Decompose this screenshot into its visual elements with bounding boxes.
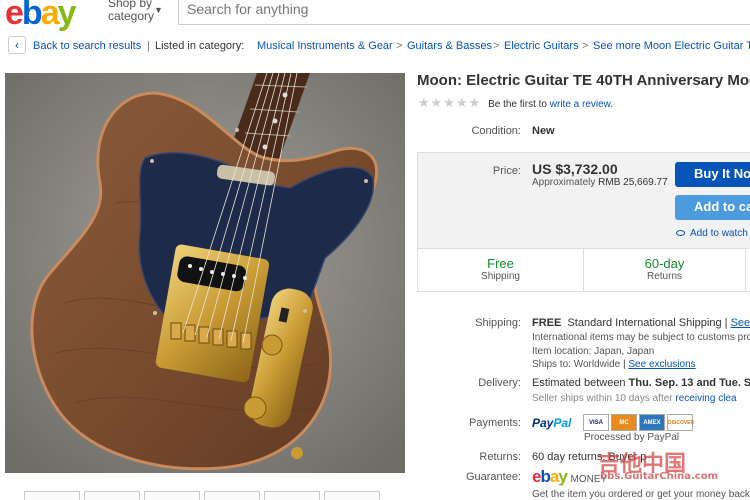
watch-label: Add to watch list bbox=[690, 228, 750, 239]
category-label: category bbox=[108, 9, 155, 23]
watermark-sub: bbs.GuitarChina.com bbox=[600, 471, 719, 482]
delivery-dates: Thu. Sep. 13 and Tue. Sep bbox=[628, 377, 750, 389]
guarantee-label: Guarantee: bbox=[465, 471, 521, 483]
back-arrow-icon[interactable]: ‹ bbox=[8, 36, 26, 54]
delivery-note-line: Seller ships within 10 days after receiv… bbox=[532, 393, 737, 404]
site-header: ebay Shop by category ▼ Search for anyth… bbox=[0, 0, 750, 33]
thumbnail[interactable] bbox=[144, 491, 200, 500]
product-photo[interactable] bbox=[5, 73, 405, 473]
breadcrumb-electric-guitars[interactable]: Electric Guitars bbox=[504, 40, 579, 52]
returns-small: Returns bbox=[646, 271, 682, 282]
price-value: US $3,732.00 bbox=[532, 161, 618, 177]
condition-value: New bbox=[532, 125, 555, 137]
location-label: Item location: bbox=[532, 346, 592, 357]
add-to-cart-button[interactable]: Add to cart bbox=[675, 195, 750, 220]
breadcrumb-guitars-basses[interactable]: Guitars & Basses bbox=[407, 40, 492, 52]
thumbnail[interactable] bbox=[24, 491, 80, 500]
shipping-returns-box: Free Shipping 60-day Returns bbox=[417, 248, 750, 292]
mastercard-icon: MC bbox=[611, 414, 637, 431]
search-input[interactable]: Search for anything bbox=[178, 0, 750, 25]
paypal-text-2: Pal bbox=[553, 416, 572, 430]
guitar-image bbox=[5, 73, 405, 473]
delivery-link[interactable]: receiving clea bbox=[675, 393, 736, 404]
thumbnail[interactable] bbox=[324, 491, 380, 500]
amex-icon: AMEX bbox=[639, 414, 665, 431]
approx-label: Approximately bbox=[532, 177, 596, 188]
chevron-down-icon: ▼ bbox=[154, 5, 163, 15]
intl-note: International items may be subject to cu… bbox=[532, 332, 750, 343]
discover-icon: DISCOVER bbox=[667, 414, 694, 431]
price-label: Price: bbox=[492, 165, 521, 177]
breadcrumb-see-more[interactable]: See more Moon Electric Guitar TE bbox=[593, 40, 750, 52]
visa-icon: VISA bbox=[583, 414, 609, 431]
guarantee-note: Get the item you ordered or get your mon… bbox=[532, 489, 750, 500]
ships-to-label: Ships to: bbox=[532, 359, 571, 370]
shipping-details-link[interactable]: See de bbox=[731, 317, 750, 329]
ships-to-value: Worldwide bbox=[573, 359, 621, 370]
divider: | bbox=[147, 40, 150, 52]
thumbnail[interactable] bbox=[204, 491, 260, 500]
write-review-link[interactable]: write a review. bbox=[550, 99, 613, 110]
shipping-line: FREE Standard International Shipping | S… bbox=[532, 317, 750, 329]
location-line: Item location: Japan, Japan bbox=[532, 346, 654, 357]
shipping-free: FREE bbox=[532, 317, 562, 329]
processed-by-paypal: Processed by PayPal bbox=[584, 432, 680, 443]
review-prompt: Be the first to bbox=[488, 99, 547, 110]
free-shipping-big: Free bbox=[487, 256, 514, 271]
exclusions-link[interactable]: See exclusions bbox=[628, 359, 695, 370]
delivery-label: Delivery: bbox=[478, 377, 521, 389]
thumbnail[interactable] bbox=[84, 491, 140, 500]
back-to-search-link[interactable]: Back to search results bbox=[33, 40, 141, 52]
location-value: Japan, Japan bbox=[594, 346, 655, 357]
site-watermark: 吉他中国 bbs.GuitarChina.com bbox=[598, 446, 718, 482]
breadcrumb-separator: > bbox=[396, 40, 403, 52]
breadcrumb: ‹ Back to search results | Listed in cat… bbox=[0, 33, 750, 59]
delivery-note: Seller ships within 10 days after bbox=[532, 393, 673, 404]
approx-price: Approximately RMB 25,669.77 bbox=[532, 177, 668, 188]
breadcrumb-separator: > bbox=[493, 40, 500, 52]
free-shipping-cell: Free Shipping bbox=[418, 249, 584, 291]
eye-icon bbox=[676, 230, 685, 237]
returns-cell: 60-day Returns bbox=[584, 249, 746, 291]
returns-label: Returns: bbox=[479, 451, 521, 463]
shop-by-category-dropdown[interactable]: Shop by category ▼ bbox=[108, 0, 163, 23]
paypal-logo: PayPal bbox=[532, 416, 571, 430]
ships-to-line: Ships to: Worldwide | See exclusions bbox=[532, 359, 696, 370]
listed-in-label: Listed in category: bbox=[155, 40, 245, 52]
breadcrumb-separator: > bbox=[582, 40, 589, 52]
item-title: Moon: Electric Guitar TE 40TH Anniversar… bbox=[417, 72, 750, 89]
rating-stars-icon: ★★★★★ bbox=[418, 95, 482, 110]
breadcrumb-musical-instruments[interactable]: Musical Instruments & Gear bbox=[257, 40, 393, 52]
ebay-logo[interactable]: ebay bbox=[5, 0, 77, 33]
paypal-text-1: Pay bbox=[532, 416, 554, 430]
buy-it-now-button[interactable]: Buy It Now bbox=[675, 162, 750, 187]
condition-label: Condition: bbox=[471, 125, 521, 137]
payments-label: Payments: bbox=[469, 417, 521, 429]
add-to-watch-list-link[interactable]: Add to watch list bbox=[676, 228, 750, 239]
returns-big: 60-day bbox=[644, 256, 685, 271]
approx-value: RMB 25,669.77 bbox=[598, 177, 668, 188]
shipping-method: Standard International Shipping | bbox=[567, 317, 728, 329]
thumbnail[interactable] bbox=[264, 491, 320, 500]
shipping-label: Shipping: bbox=[475, 317, 521, 329]
delivery-line: Estimated between Thu. Sep. 13 and Tue. … bbox=[532, 377, 750, 389]
review-row: ★★★★★ Be the first to write a review. bbox=[418, 95, 613, 111]
free-shipping-small: Shipping bbox=[481, 271, 520, 282]
money-back-logo: ebay MONEY bbox=[532, 467, 608, 486]
delivery-text: Estimated between bbox=[532, 377, 626, 389]
